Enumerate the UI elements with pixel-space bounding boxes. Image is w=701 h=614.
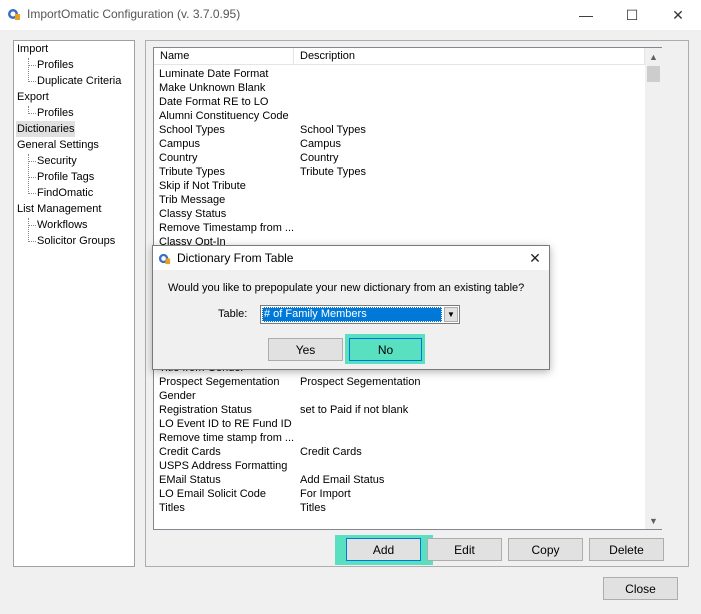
list-item-name: Make Unknown Blank	[159, 82, 266, 94]
delete-button[interactable]: Delete	[589, 538, 664, 561]
window-title: ImportOmatic Configuration (v. 3.7.0.95)	[27, 7, 241, 21]
tree-item-import-profiles[interactable]: Profiles	[36, 57, 75, 73]
list-item-name: Campus	[159, 138, 200, 150]
close-button[interactable]: Close	[603, 577, 678, 600]
title-bar: ImportOmatic Configuration (v. 3.7.0.95)…	[0, 0, 701, 30]
minimize-button[interactable]: —	[563, 0, 609, 30]
list-item-name: School Types	[159, 124, 225, 136]
list-item-name: Country	[159, 152, 198, 164]
list-item[interactable]: LO Email Solicit Code For Import	[154, 487, 645, 501]
list-item-description: Campus	[300, 138, 341, 150]
column-header-description[interactable]: Description	[294, 48, 645, 65]
list-item-description: Add Email Status	[300, 474, 385, 486]
list-item-name: EMail Status	[159, 474, 221, 486]
list-item-name: Remove Timestamp from ...	[159, 222, 295, 234]
tree-item-import[interactable]: Import	[16, 41, 49, 57]
list-item[interactable]: Prospect Segementation Prospect Segementa…	[154, 375, 645, 389]
list-item-name: USPS Address Formatting	[159, 460, 288, 472]
list-item-name: Date Format RE to LO	[159, 96, 269, 108]
list-item[interactable]: Gender	[154, 389, 645, 403]
dialog-title: Dictionary From Table	[177, 251, 294, 265]
list-item-name: Titles	[159, 502, 185, 514]
dictionary-from-table-dialog: Dictionary From Table ✕ Would you like t…	[152, 245, 550, 370]
list-item[interactable]: Credit Cards Credit Cards	[154, 445, 645, 459]
list-item[interactable]: Remove Timestamp from ...	[154, 221, 645, 235]
scroll-thumb[interactable]	[647, 66, 660, 82]
app-logo-icon	[8, 9, 20, 20]
list-item[interactable]: USPS Address Formatting	[154, 459, 645, 473]
list-item-description: Country	[300, 152, 339, 164]
tree-item-general-settings[interactable]: General Settings	[16, 137, 100, 153]
scroll-up-icon[interactable]: ▲	[645, 48, 662, 65]
list-item-name: Registration Status	[159, 404, 252, 416]
list-item-description: Titles	[300, 502, 326, 514]
settings-tree[interactable]: Import Profiles Duplicate Criteria Expor…	[13, 40, 135, 567]
list-item[interactable]: Country Country	[154, 151, 645, 165]
list-item[interactable]: Trib Message	[154, 193, 645, 207]
tree-item-profile-tags[interactable]: Profile Tags	[36, 169, 95, 185]
list-item-description: Prospect Segementation	[300, 376, 421, 388]
list-item[interactable]: Make Unknown Blank	[154, 81, 645, 95]
table-select[interactable]: # of Family Members ▼	[260, 305, 460, 324]
tree-item-list-management[interactable]: List Management	[16, 201, 102, 217]
scroll-down-icon[interactable]: ▼	[645, 512, 662, 529]
tree-item-workflows[interactable]: Workflows	[36, 217, 89, 233]
list-item[interactable]: Classy Status	[154, 207, 645, 221]
list-item[interactable]: School Types School Types	[154, 123, 645, 137]
tree-item-export-profiles[interactable]: Profiles	[36, 105, 75, 121]
list-item[interactable]: Alumni Constituency Code	[154, 109, 645, 123]
list-item[interactable]: Skip if Not Tribute	[154, 179, 645, 193]
app-logo-icon	[158, 253, 171, 265]
list-item-name: Tribute Types	[159, 166, 226, 178]
list-item-description: Tribute Types	[300, 166, 367, 178]
list-item[interactable]: Remove time stamp from ...	[154, 431, 645, 445]
list-item-description: School Types	[300, 124, 366, 136]
list-item-name: Prospect Segementation	[159, 376, 280, 388]
list-item[interactable]: Luminate Date Format	[154, 67, 645, 81]
list-item-name: Skip if Not Tribute	[159, 180, 246, 192]
yes-button[interactable]: Yes	[268, 338, 343, 361]
tree-item-findomatic[interactable]: FindOmatic	[36, 185, 94, 201]
tree-item-solicitor-groups[interactable]: Solicitor Groups	[36, 233, 116, 249]
list-item[interactable]: LO Event ID to RE Fund ID	[154, 417, 645, 431]
list-item[interactable]: Titles Titles	[154, 501, 645, 515]
list-header: Name Description	[154, 48, 645, 65]
list-item-name: LO Email Solicit Code	[159, 488, 266, 500]
list-item-description: set to Paid if not blank	[300, 404, 409, 416]
list-item-name: Luminate Date Format	[159, 68, 269, 80]
table-select-value[interactable]: # of Family Members	[262, 307, 442, 322]
list-item-name: Trib Message	[159, 194, 226, 206]
list-item-name: Classy Status	[159, 208, 227, 220]
maximize-button[interactable]: ☐	[609, 0, 655, 30]
table-label: Table:	[218, 308, 248, 320]
add-button[interactable]: Add	[346, 538, 421, 561]
list-item[interactable]: Tribute Types Tribute Types	[154, 165, 645, 179]
list-scrollbar[interactable]: ▲ ▼	[645, 48, 662, 529]
tree-item-duplicate-criteria[interactable]: Duplicate Criteria	[36, 73, 122, 89]
list-item[interactable]: Registration Status set to Paid if not bl…	[154, 403, 645, 417]
list-item-name: Alumni Constituency Code	[159, 110, 289, 122]
list-item[interactable]: Campus Campus	[154, 137, 645, 151]
copy-button[interactable]: Copy	[508, 538, 583, 561]
edit-button[interactable]: Edit	[427, 538, 502, 561]
list-item-name: Credit Cards	[159, 446, 221, 458]
list-item-name: Gender	[159, 390, 196, 402]
list-item[interactable]: Date Format RE to LO	[154, 95, 645, 109]
column-header-name[interactable]: Name	[154, 48, 294, 65]
list-item-name: LO Event ID to RE Fund ID	[159, 418, 292, 430]
chevron-down-icon[interactable]: ▼	[444, 307, 458, 322]
dialog-question: Would you like to prepopulate your new d…	[168, 282, 525, 294]
dialog-title-bar: Dictionary From Table ✕	[153, 246, 549, 270]
no-button[interactable]: No	[349, 338, 422, 361]
tree-item-dictionaries[interactable]: Dictionaries	[16, 121, 76, 137]
list-item[interactable]: EMail Status Add Email Status	[154, 473, 645, 487]
list-item-description: For Import	[300, 488, 351, 500]
tree-item-export[interactable]: Export	[16, 89, 50, 105]
dialog-close-icon[interactable]: ✕	[523, 248, 547, 268]
list-item-name: Remove time stamp from ...	[159, 432, 295, 444]
close-window-button[interactable]: ✕	[655, 0, 701, 30]
list-item-description: Credit Cards	[300, 446, 362, 458]
tree-item-security[interactable]: Security	[36, 153, 78, 169]
